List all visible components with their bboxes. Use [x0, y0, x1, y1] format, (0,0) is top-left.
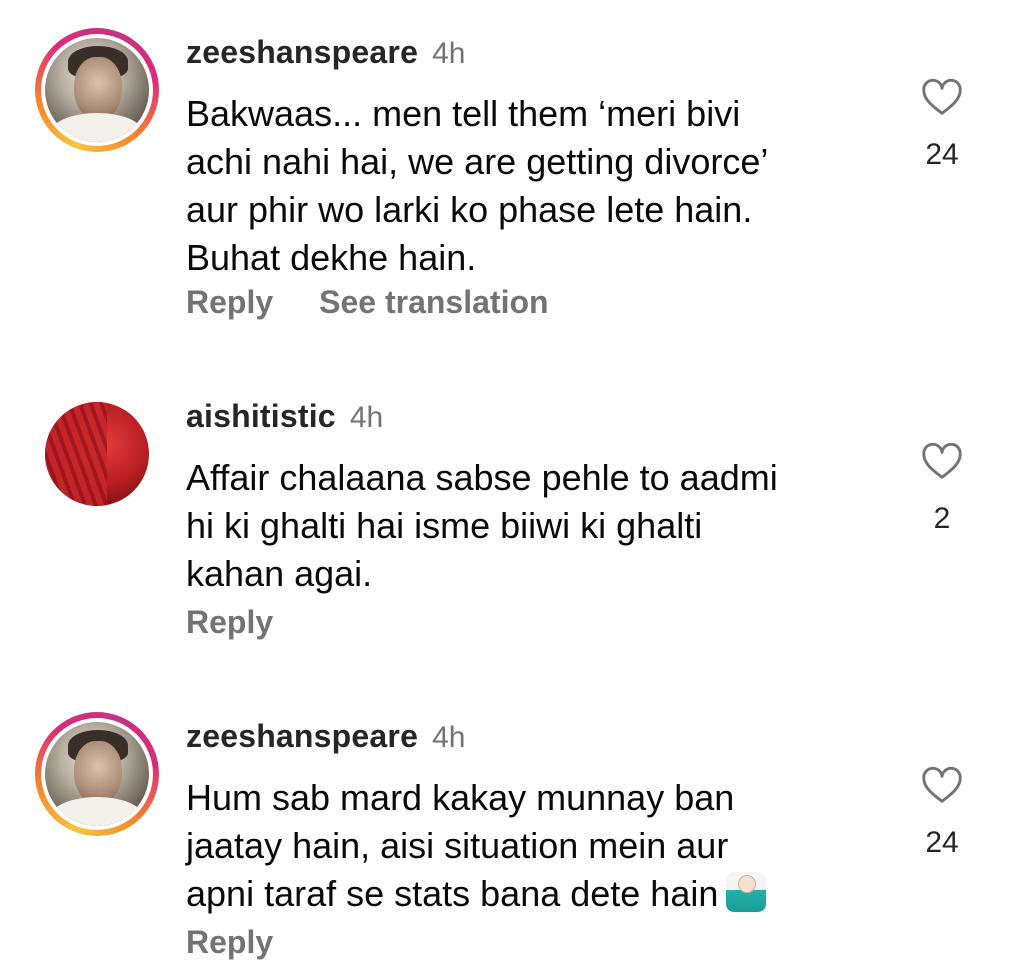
comment-item: zeeshanspeare 4h Hum sab mard kakay munn… — [0, 680, 1024, 980]
avatar[interactable] — [45, 402, 149, 506]
avatar — [45, 722, 149, 826]
username[interactable]: aishitistic — [186, 398, 336, 435]
comment-actions: Reply — [186, 924, 273, 961]
avatar-story-ring[interactable] — [35, 28, 159, 152]
like-count: 2 — [933, 502, 951, 535]
comment-item: zeeshanspeare 4h Bakwaas... men tell the… — [0, 0, 1024, 340]
like-control: 24 — [912, 76, 972, 172]
comment-actions: Reply — [186, 604, 273, 641]
avatar-story-ring[interactable] — [35, 712, 159, 836]
username[interactable]: zeeshanspeare — [186, 34, 418, 71]
like-control: 2 — [912, 440, 972, 536]
reply-button[interactable]: Reply — [186, 604, 273, 641]
like-count: 24 — [925, 138, 959, 171]
reply-button[interactable]: Reply — [186, 284, 273, 321]
timestamp: 4h — [349, 401, 384, 434]
comment-text: Bakwaas... men tell them ‘meri bivi achi… — [186, 93, 769, 278]
comment-text-body: Hum sab mard kakay munnay ban jaatay hai… — [186, 777, 735, 914]
comment-header: zeeshanspeare 4h — [186, 34, 465, 71]
comment-item: aishitistic 4h Affair chalaana sabse peh… — [0, 340, 1024, 680]
comment-text: Hum sab mard kakay munnay ban jaatay hai… — [186, 774, 886, 918]
username[interactable]: zeeshanspeare — [186, 718, 418, 755]
reply-button[interactable]: Reply — [186, 924, 273, 961]
comment-text: Affair chalaana sabse pehle to aadmi hi … — [186, 457, 778, 594]
heart-icon[interactable] — [920, 76, 964, 116]
comment-actions: Reply See translation — [186, 284, 549, 321]
person-shrugging-emoji — [726, 872, 767, 912]
comment-header: zeeshanspeare 4h — [186, 718, 465, 755]
see-translation-button[interactable]: See translation — [319, 284, 548, 321]
timestamp: 4h — [432, 721, 466, 754]
like-count: 24 — [925, 826, 959, 859]
comment-header: aishitistic 4h — [186, 398, 383, 435]
like-control: 24 — [912, 764, 972, 860]
avatar — [45, 38, 149, 142]
heart-icon[interactable] — [920, 764, 964, 804]
timestamp: 4h — [432, 37, 466, 70]
heart-icon[interactable] — [920, 440, 964, 480]
